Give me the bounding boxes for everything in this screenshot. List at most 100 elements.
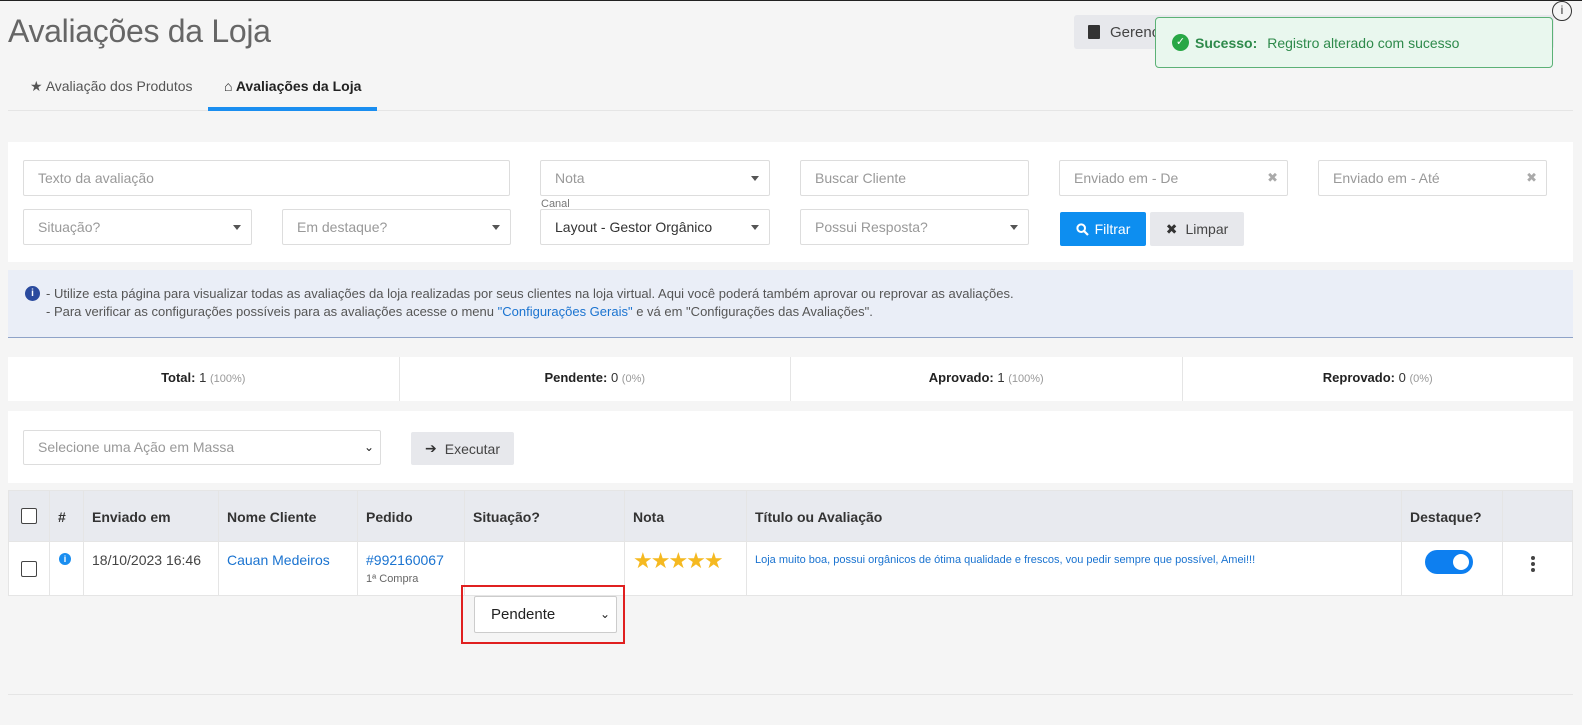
tab-label: Avaliações da Loja <box>235 78 362 94</box>
row-info-cell: i <box>50 542 84 595</box>
mass-action-placeholder: Selecione uma Ação em Massa <box>38 439 235 455</box>
header-sent-at[interactable]: Enviado em <box>84 491 219 541</box>
row-rating-cell: ★★★★★ <box>625 542 747 595</box>
toggle-knob <box>1453 554 1469 570</box>
info-line-2: - Para verificar as configurações possív… <box>46 303 1573 321</box>
stat-value: 0 <box>1398 370 1406 385</box>
featured-select-label: Em destaque? <box>297 219 388 235</box>
book-icon <box>1088 25 1100 39</box>
general-settings-link[interactable]: "Configurações Gerais" <box>498 304 633 319</box>
info-text: e vá em "Configurações das Avaliações". <box>632 304 873 319</box>
clear-button[interactable]: ✖ Limpar <box>1150 212 1244 246</box>
caret-down-icon <box>751 176 759 181</box>
manage-button-label: Gerenc <box>1110 23 1160 41</box>
review-text-input[interactable]: Texto da avaliação <box>23 160 510 196</box>
header-label: Nome Cliente <box>227 509 317 525</box>
caret-down-icon <box>233 225 241 230</box>
mass-action-select[interactable]: Selecione uma Ação em Massa ⌄ <box>23 430 381 465</box>
client-search-input[interactable]: Buscar Cliente <box>800 160 1029 196</box>
row-review-cell: Loja muito boa, possui orgânicos de ótim… <box>747 542 1402 595</box>
info-circle-icon[interactable]: i <box>59 553 71 565</box>
rating-select-label: Nota <box>555 170 585 186</box>
row-featured-cell <box>1402 542 1503 595</box>
caret-down-icon <box>1010 225 1018 230</box>
row-checkbox[interactable] <box>21 561 37 577</box>
page-title: Avaliações da Loja <box>8 13 271 49</box>
info-box: i - Utilize esta página para visualizar … <box>8 270 1573 338</box>
caret-down-icon <box>751 225 759 230</box>
caret-down-icon <box>492 225 500 230</box>
stat-pct: (100%) <box>1008 373 1044 385</box>
stat-pct: (100%) <box>209 373 246 385</box>
clear-icon[interactable]: ✖ <box>1526 161 1537 195</box>
row-select-cell <box>9 542 50 595</box>
stat-label: Reprovado: <box>1322 370 1395 385</box>
row-actions-cell <box>1503 542 1574 595</box>
more-vertical-icon[interactable] <box>1531 556 1535 574</box>
stat-rejected: Reprovado: 0 (0%) <box>1183 357 1574 401</box>
header-status[interactable]: Situação? <box>465 491 625 541</box>
check-circle-icon: ✓ <box>1172 34 1189 51</box>
header-select-all <box>9 491 50 541</box>
toast-title: Sucesso: <box>1195 34 1258 51</box>
header-review[interactable]: Título ou Avaliação <box>747 491 1402 541</box>
channel-select[interactable]: Layout - Gestor Orgânico <box>540 209 770 245</box>
filter-button[interactable]: Filtrar <box>1060 212 1146 246</box>
execute-button-label: Executar <box>444 440 500 457</box>
filter-button-label: Filtrar <box>1094 221 1131 237</box>
has-reply-select-label: Possui Resposta? <box>815 219 928 235</box>
row-date-cell: 18/10/2023 16:46 <box>84 542 219 595</box>
stat-label: Aprovado: <box>928 370 994 385</box>
divider <box>8 694 1573 695</box>
header-client-name[interactable]: Nome Cliente <box>219 491 358 541</box>
clear-icon[interactable]: ✖ <box>1267 161 1278 195</box>
sent-to-input[interactable]: Enviado em - Até ✖ <box>1318 160 1547 196</box>
stat-approved: Aprovado: 1 (100%) <box>791 357 1183 401</box>
header-label: Pedido <box>366 509 413 525</box>
table-row: i 18/10/2023 16:46 Cauan Medeiros #99216… <box>9 541 1574 644</box>
stat-pct: (0%) <box>621 373 646 385</box>
header-label: Enviado em <box>92 509 171 525</box>
header-label: Nota <box>633 509 665 525</box>
filters-panel: Texto da avaliação Nota Buscar Cliente E… <box>8 142 1573 262</box>
stat-pending: Pendente: 0 (0%) <box>400 357 791 401</box>
tabs: ★ Avaliação dos Produtos ⌂ Avaliações da… <box>8 63 1573 111</box>
table-header: # Enviado em Nome Cliente Pedido Situaçã… <box>9 491 1572 541</box>
header-order[interactable]: Pedido <box>358 491 465 541</box>
has-reply-select[interactable]: Possui Resposta? <box>800 209 1029 245</box>
header-label: Situação? <box>473 509 540 525</box>
arrow-right-icon: ➔ <box>425 440 437 456</box>
stat-value: 0 <box>610 370 619 385</box>
header-rating[interactable]: Nota <box>625 491 747 541</box>
status-select-label: Situação? <box>38 219 101 235</box>
review-text[interactable]: Loja muito boa, possui orgânicos de ótim… <box>755 554 1255 566</box>
help-icon[interactable]: i <box>1552 1 1572 21</box>
toast-message: Registro alterado com sucesso <box>1267 34 1460 51</box>
reviews-table: # Enviado em Nome Cliente Pedido Situaçã… <box>8 490 1574 644</box>
header-label: Destaque? <box>1410 509 1482 525</box>
sent-from-input[interactable]: Enviado em - De ✖ <box>1059 160 1288 196</box>
tab-product-reviews[interactable]: ★ Avaliação dos Produtos <box>14 63 209 111</box>
clear-button-label: Limpar <box>1185 221 1229 237</box>
order-link[interactable]: #992160067 <box>366 552 444 568</box>
featured-select[interactable]: Em destaque? <box>282 209 511 245</box>
header-index: # <box>50 491 84 541</box>
stat-label: Total: <box>161 370 196 385</box>
row-status-value: Pendente <box>491 606 556 623</box>
featured-toggle[interactable] <box>1425 550 1473 574</box>
stat-value: 1 <box>997 370 1005 385</box>
execute-button[interactable]: ➔ Executar <box>411 432 514 465</box>
select-all-checkbox[interactable] <box>21 508 37 524</box>
stats-bar: Total: 1 (100%) Pendente: 0 (0%) Aprovad… <box>8 357 1573 401</box>
info-line-1: - Utilize esta página para visualizar to… <box>46 286 1014 301</box>
client-link[interactable]: Cauan Medeiros <box>227 552 330 568</box>
rating-select[interactable]: Nota <box>540 160 770 196</box>
status-select[interactable]: Situação? <box>23 209 252 245</box>
stat-value: 1 <box>199 370 207 385</box>
row-status-select[interactable]: Pendente ⌄ <box>474 596 617 633</box>
header-featured[interactable]: Destaque? <box>1402 491 1503 541</box>
header-label: # <box>58 509 66 525</box>
tab-store-reviews[interactable]: ⌂ Avaliações da Loja <box>208 63 378 111</box>
home-icon: ⌂ <box>224 78 233 94</box>
rating-stars: ★★★★★ <box>633 548 724 573</box>
